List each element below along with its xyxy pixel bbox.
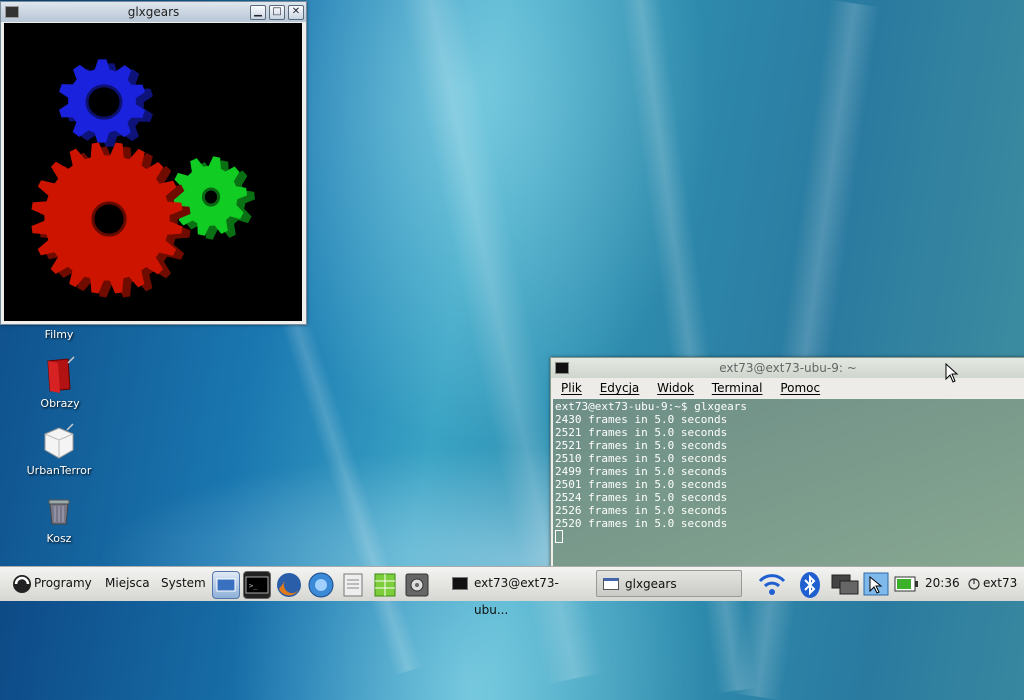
menu-edycja[interactable]: Edycja: [600, 381, 640, 395]
settings-icon: [405, 573, 429, 597]
trash-icon: [39, 490, 79, 530]
green-gear: [171, 156, 255, 240]
glxgears-title: glxgears: [127, 5, 180, 19]
menu-plik[interactable]: Plik: [561, 381, 582, 395]
browser-launcher[interactable]: [307, 571, 334, 598]
terminal-line: 2526 frames in 5.0 seconds: [555, 504, 728, 517]
browser-icon: [308, 572, 334, 598]
network-tray[interactable]: [830, 571, 859, 597]
system-menu[interactable]: System: [161, 567, 206, 601]
desktop-icon-obrazy-label: Obrazy: [40, 397, 80, 410]
terminal-line: 2524 frames in 5.0 seconds: [555, 491, 728, 504]
spreadsheet-launcher[interactable]: [371, 571, 397, 597]
urbanterror-icon: [39, 422, 79, 462]
ubuntu-logo-icon: [13, 575, 31, 593]
desktop-icon-urbanterror[interactable]: UrbanTerror: [14, 422, 104, 477]
blue-gear-hole: [85, 84, 123, 120]
programy-menu[interactable]: Programy: [8, 567, 92, 601]
user-switcher[interactable]: ext73: [967, 567, 1017, 601]
window-menu-icon[interactable]: [5, 6, 19, 18]
desktop-icon-obrazy[interactable]: Obrazy: [15, 355, 105, 410]
minimize-button[interactable]: ▁: [250, 5, 266, 20]
text-editor-icon: [343, 573, 363, 597]
gears-graphic: [31, 59, 255, 298]
terminal-line: 2501 frames in 5.0 seconds: [555, 478, 728, 491]
settings-launcher[interactable]: [403, 571, 429, 597]
desktop-icon-filmy-label: Filmy: [44, 328, 74, 341]
bottom-panel: Programy Miejsca System >_ ext73@ext73-u…: [0, 566, 1024, 617]
terminal-line: 2430 frames in 5.0 seconds: [555, 413, 728, 426]
text-editor-launcher[interactable]: [339, 571, 365, 597]
task-glxgears-label: glxgears: [625, 577, 677, 591]
wifi-tray[interactable]: [757, 571, 786, 597]
clock[interactable]: 20:36: [925, 567, 960, 601]
bluetooth-tray[interactable]: [797, 571, 823, 598]
terminal-launcher[interactable]: >_: [243, 571, 271, 599]
terminal-title: ext73@ext73-ubu-9: ~: [719, 361, 857, 375]
close-button[interactable]: ✕: [288, 5, 304, 20]
show-desktop-button[interactable]: [212, 571, 240, 599]
terminal-cursor: [555, 530, 563, 543]
terminal-window-icon[interactable]: [555, 362, 569, 374]
pointer-icon: [863, 572, 889, 596]
pointer-tray[interactable]: [862, 571, 889, 597]
terminal-line: 2520 frames in 5.0 seconds: [555, 517, 728, 530]
terminal-output[interactable]: ext73@ext73-ubu-9:~$ glxgears 2430 frames…: [553, 399, 1024, 567]
terminal-icon: [452, 577, 468, 590]
miejsca-menu[interactable]: Miejsca: [105, 567, 150, 601]
wifi-icon: [758, 574, 786, 595]
glxgears-titlebar[interactable]: glxgears ▁ □ ✕: [1, 2, 306, 22]
terminal-line: 2521 frames in 5.0 seconds: [555, 426, 728, 439]
svg-text:>_: >_: [249, 582, 258, 590]
firefox-icon: [277, 573, 301, 597]
task-glxgears[interactable]: glxgears: [596, 570, 742, 597]
terminal-icon: >_: [245, 576, 269, 594]
menu-terminal[interactable]: Terminal: [712, 381, 763, 395]
desktop-icon-urbanterror-label: UrbanTerror: [26, 464, 92, 477]
terminal-window[interactable]: ext73@ext73-ubu-9: ~ Plik Edycja Widok T…: [550, 357, 1024, 568]
desktop-icon-filmy[interactable]: Filmy: [14, 328, 104, 341]
window-icon: [603, 578, 619, 590]
bluetooth-icon: [800, 572, 820, 598]
battery-icon: [894, 576, 918, 592]
terminal-line: ext73@ext73-ubu-9:~$ glxgears: [555, 400, 748, 413]
desktop-icon-kosz[interactable]: Kosz: [14, 490, 104, 545]
menu-pomoc[interactable]: Pomoc: [780, 381, 820, 395]
glxgears-window[interactable]: glxgears ▁ □ ✕: [0, 1, 307, 325]
task-terminal[interactable]: ext73@ext73-ubu...: [446, 570, 590, 617]
green-gear-hole: [201, 187, 221, 207]
pictures-folder-icon: [40, 355, 80, 395]
maximize-button[interactable]: □: [269, 5, 285, 20]
glxgears-canvas: [4, 23, 302, 321]
firefox-launcher[interactable]: [275, 571, 301, 597]
red-gear-hole: [91, 201, 127, 237]
battery-tray[interactable]: [893, 571, 919, 597]
terminal-line: 2521 frames in 5.0 seconds: [555, 439, 728, 452]
red-gear: [31, 142, 191, 298]
network-icon: [831, 574, 859, 595]
desktop-icon-kosz-label: Kosz: [46, 532, 72, 545]
terminal-line: 2499 frames in 5.0 seconds: [555, 465, 728, 478]
menu-widok[interactable]: Widok: [657, 381, 694, 395]
blue-gear: [59, 59, 153, 147]
programy-label: Programy: [34, 576, 92, 590]
terminal-line: 2510 frames in 5.0 seconds: [555, 452, 728, 465]
spreadsheet-icon: [374, 573, 396, 597]
show-desktop-icon: [216, 578, 236, 592]
user-name: ext73: [983, 576, 1018, 590]
power-icon: [968, 578, 980, 590]
